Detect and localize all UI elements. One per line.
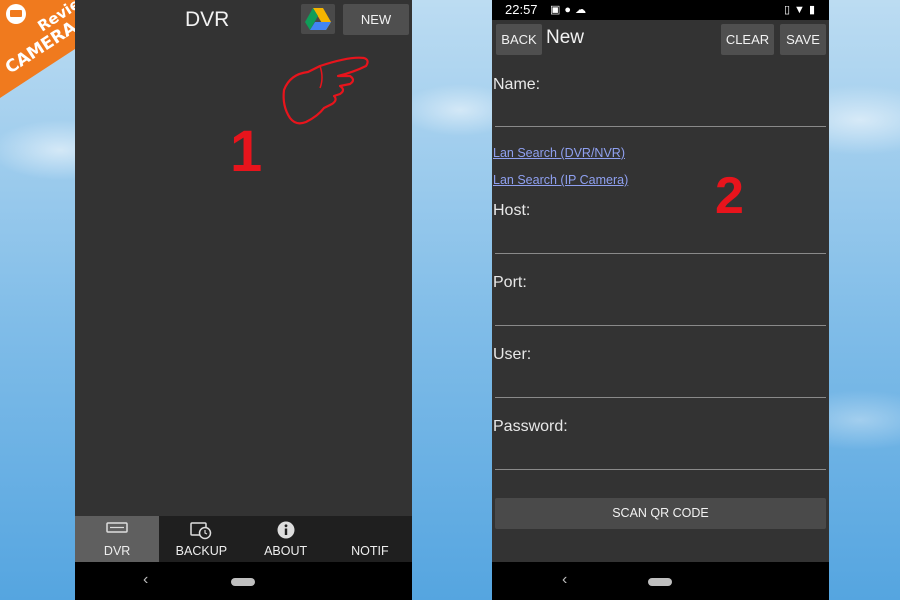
nav-home-button[interactable] — [648, 578, 672, 586]
annotation-number-2: 2 — [715, 167, 744, 225]
system-nav-bar: ‹ — [492, 562, 829, 600]
pointing-hand-icon — [282, 56, 369, 125]
name-field[interactable] — [495, 126, 826, 127]
system-status-icons: ▯▼▮ — [784, 3, 819, 16]
bottom-tab-bar: DVR BACKUP ABOUT NOTIF — [75, 516, 412, 562]
image-icon: ▣ — [550, 4, 565, 16]
tab-label: BACKUP — [175, 544, 228, 558]
host-field[interactable] — [495, 253, 826, 254]
status-bar: 22:57 ▣●☁ ▯▼▮ — [492, 0, 829, 20]
new-device-screen: 22:57 ▣●☁ ▯▼▮ BACK New CLEAR SAVE Name: … — [492, 0, 829, 600]
tab-label: DVR — [103, 544, 131, 558]
tab-notif[interactable]: NOTIF — [328, 516, 412, 562]
page-title: DVR — [185, 8, 230, 31]
lan-search-dvr-link[interactable]: Lan Search (DVR/NVR) — [493, 146, 625, 160]
new-button[interactable]: NEW — [343, 4, 409, 35]
annotation-number-1: 1 — [230, 119, 263, 184]
password-field[interactable] — [495, 469, 826, 470]
nav-back-button[interactable]: ‹ — [143, 571, 148, 589]
tab-about[interactable]: ABOUT — [244, 516, 328, 562]
vibrate-icon: ▯ — [783, 4, 795, 16]
info-icon — [277, 521, 295, 539]
lan-search-ip-camera-link[interactable]: Lan Search (IP Camera) — [493, 173, 628, 187]
nav-back-button[interactable]: ‹ — [562, 571, 567, 589]
back-button[interactable]: BACK — [496, 24, 542, 55]
backup-clock-icon — [190, 522, 212, 540]
dvr-list-screen: DVR NEW 1 DVR BACKUP ABOUT NOTIF ‹ — [75, 0, 412, 600]
dvr-icon — [106, 522, 128, 533]
nav-home-button[interactable] — [231, 578, 255, 586]
port-field[interactable] — [495, 325, 826, 326]
facebook-icon: ● — [564, 4, 576, 16]
tab-dvr[interactable]: DVR — [75, 516, 160, 562]
scan-qr-code-button[interactable]: SCAN QR CODE — [495, 498, 826, 529]
name-label: Name: — [493, 76, 541, 93]
wifi-icon: ▼ — [794, 4, 809, 16]
cloud-icon: ☁ — [575, 4, 591, 16]
tab-label: NOTIF — [351, 544, 389, 558]
user-label: User: — [493, 346, 532, 363]
notification-icons: ▣●☁ — [550, 3, 590, 16]
battery-icon: ▮ — [808, 4, 819, 16]
tab-label: ABOUT — [264, 544, 308, 558]
google-drive-icon — [305, 8, 331, 30]
system-nav-bar: ‹ — [75, 562, 412, 600]
save-button[interactable]: SAVE — [780, 24, 826, 55]
password-label: Password: — [493, 418, 568, 435]
google-drive-button[interactable] — [301, 4, 335, 34]
host-label: Host: — [493, 202, 531, 219]
port-label: Port: — [493, 274, 527, 291]
page-title: New — [546, 27, 585, 48]
tab-backup[interactable]: BACKUP — [159, 516, 243, 562]
user-field[interactable] — [495, 397, 826, 398]
clear-button[interactable]: CLEAR — [721, 24, 774, 55]
status-time: 22:57 — [505, 2, 538, 17]
